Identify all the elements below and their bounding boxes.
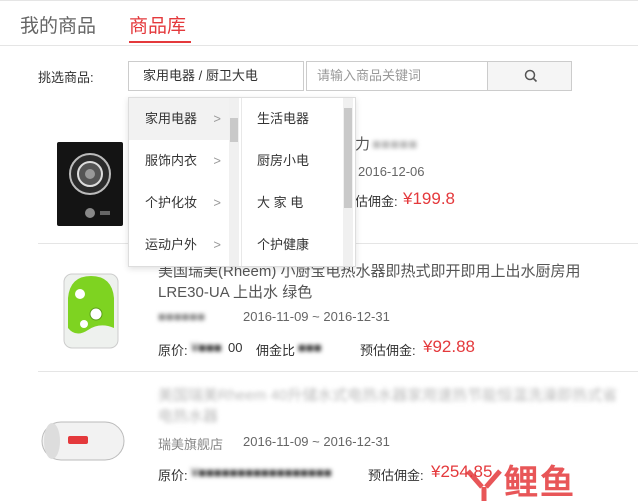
subcategory-item-living[interactable]: 生活电器 <box>257 98 309 140</box>
category-select[interactable]: 家用电器 / 厨卫大电 <box>128 61 304 91</box>
search-button[interactable] <box>487 61 572 91</box>
level2-scroll-thumb[interactable] <box>344 108 352 208</box>
product-title[interactable]: 美国瑞美Rheem 40升储水式电热水器家用速热节能恒温洗澡即热式省电热水器 <box>158 385 628 427</box>
product-date: 2016-11-09 ~ 2016-12-31 <box>243 434 390 449</box>
row-divider <box>38 371 638 372</box>
commission-value: ¥92.88 <box>423 337 475 356</box>
watermark-logo: 鲤鱼 <box>464 455 576 504</box>
product-image-water-heater-large[interactable] <box>40 418 126 464</box>
product-image-gas-stove[interactable] <box>56 140 124 228</box>
commission-value: ¥199.8 <box>403 189 455 208</box>
product-image-water-heater-small[interactable] <box>60 268 122 352</box>
level1-scroll-thumb[interactable] <box>230 118 238 142</box>
original-price-blurred: ¥■■■■■■■■■■■■■■■■■ <box>191 465 332 480</box>
category-item-apparel[interactable]: 服饰内衣 > <box>129 140 229 182</box>
category-item-outdoor[interactable]: 运动户外 > <box>129 224 229 266</box>
filter-label: 挑选商品: <box>38 70 94 85</box>
tab-product-library[interactable]: 商品库 <box>129 11 186 38</box>
category-item-beauty[interactable]: 个护化妆 > <box>129 182 229 224</box>
level1-scrollbar[interactable] <box>229 98 239 266</box>
subcategory-item-major[interactable]: 大 家 电 <box>257 182 303 224</box>
product-date: 2016-12-06 <box>358 164 425 179</box>
commission-label: 预估佣金: <box>368 468 424 483</box>
commission-label: 估佣金: <box>355 194 398 209</box>
category-item-appliances[interactable]: 家用电器 > <box>129 98 229 140</box>
search-input[interactable]: 请输入商品关键词 <box>306 61 488 91</box>
original-price-tail: 00 <box>228 340 243 355</box>
level2-scrollbar[interactable] <box>343 98 353 266</box>
tab-bar: 我的商品 商品库 <box>0 0 638 46</box>
product-title[interactable]: 美国瑞美(Rheem) 小厨宝电热水器即热式即开即用上出水厨房用LRE30-UA… <box>158 261 628 303</box>
shop-name-blurred: ■■■■■■ <box>158 309 206 324</box>
watermark-text: 鲤鱼 <box>504 464 576 502</box>
active-tab-indicator <box>129 41 191 43</box>
shop-name: 瑞美旗舰店 <box>158 437 224 452</box>
tab-my-products[interactable]: 我的商品 <box>20 11 96 38</box>
commission-rate-blurred: ■■■ <box>298 340 322 355</box>
product-title[interactable]: 力 <box>355 134 370 155</box>
original-price-label: 原价: <box>158 343 188 358</box>
original-price-label: 原价: <box>158 468 188 483</box>
commission-label: 预估佣金: <box>360 343 416 358</box>
commission-rate-label: 佣金比 <box>256 343 296 358</box>
subcategory-item-personal-care[interactable]: 个护健康 <box>257 224 309 266</box>
category-level1-list: 家用电器 > 服饰内衣 > 个护化妆 > 运动户外 > <box>129 98 242 266</box>
product-date: 2016-11-09 ~ 2016-12-31 <box>243 309 390 324</box>
product-title-blurred: ■■■■■ <box>372 136 418 153</box>
subcategory-item-kitchen[interactable]: 厨房小电 <box>257 140 309 182</box>
category-dropdown: 家用电器 > 服饰内衣 > 个护化妆 > 运动户外 > 生活电器 厨房小电 大 … <box>128 97 356 267</box>
original-price-blurred: ¥■■■ <box>191 340 222 355</box>
search-icon <box>524 69 538 83</box>
